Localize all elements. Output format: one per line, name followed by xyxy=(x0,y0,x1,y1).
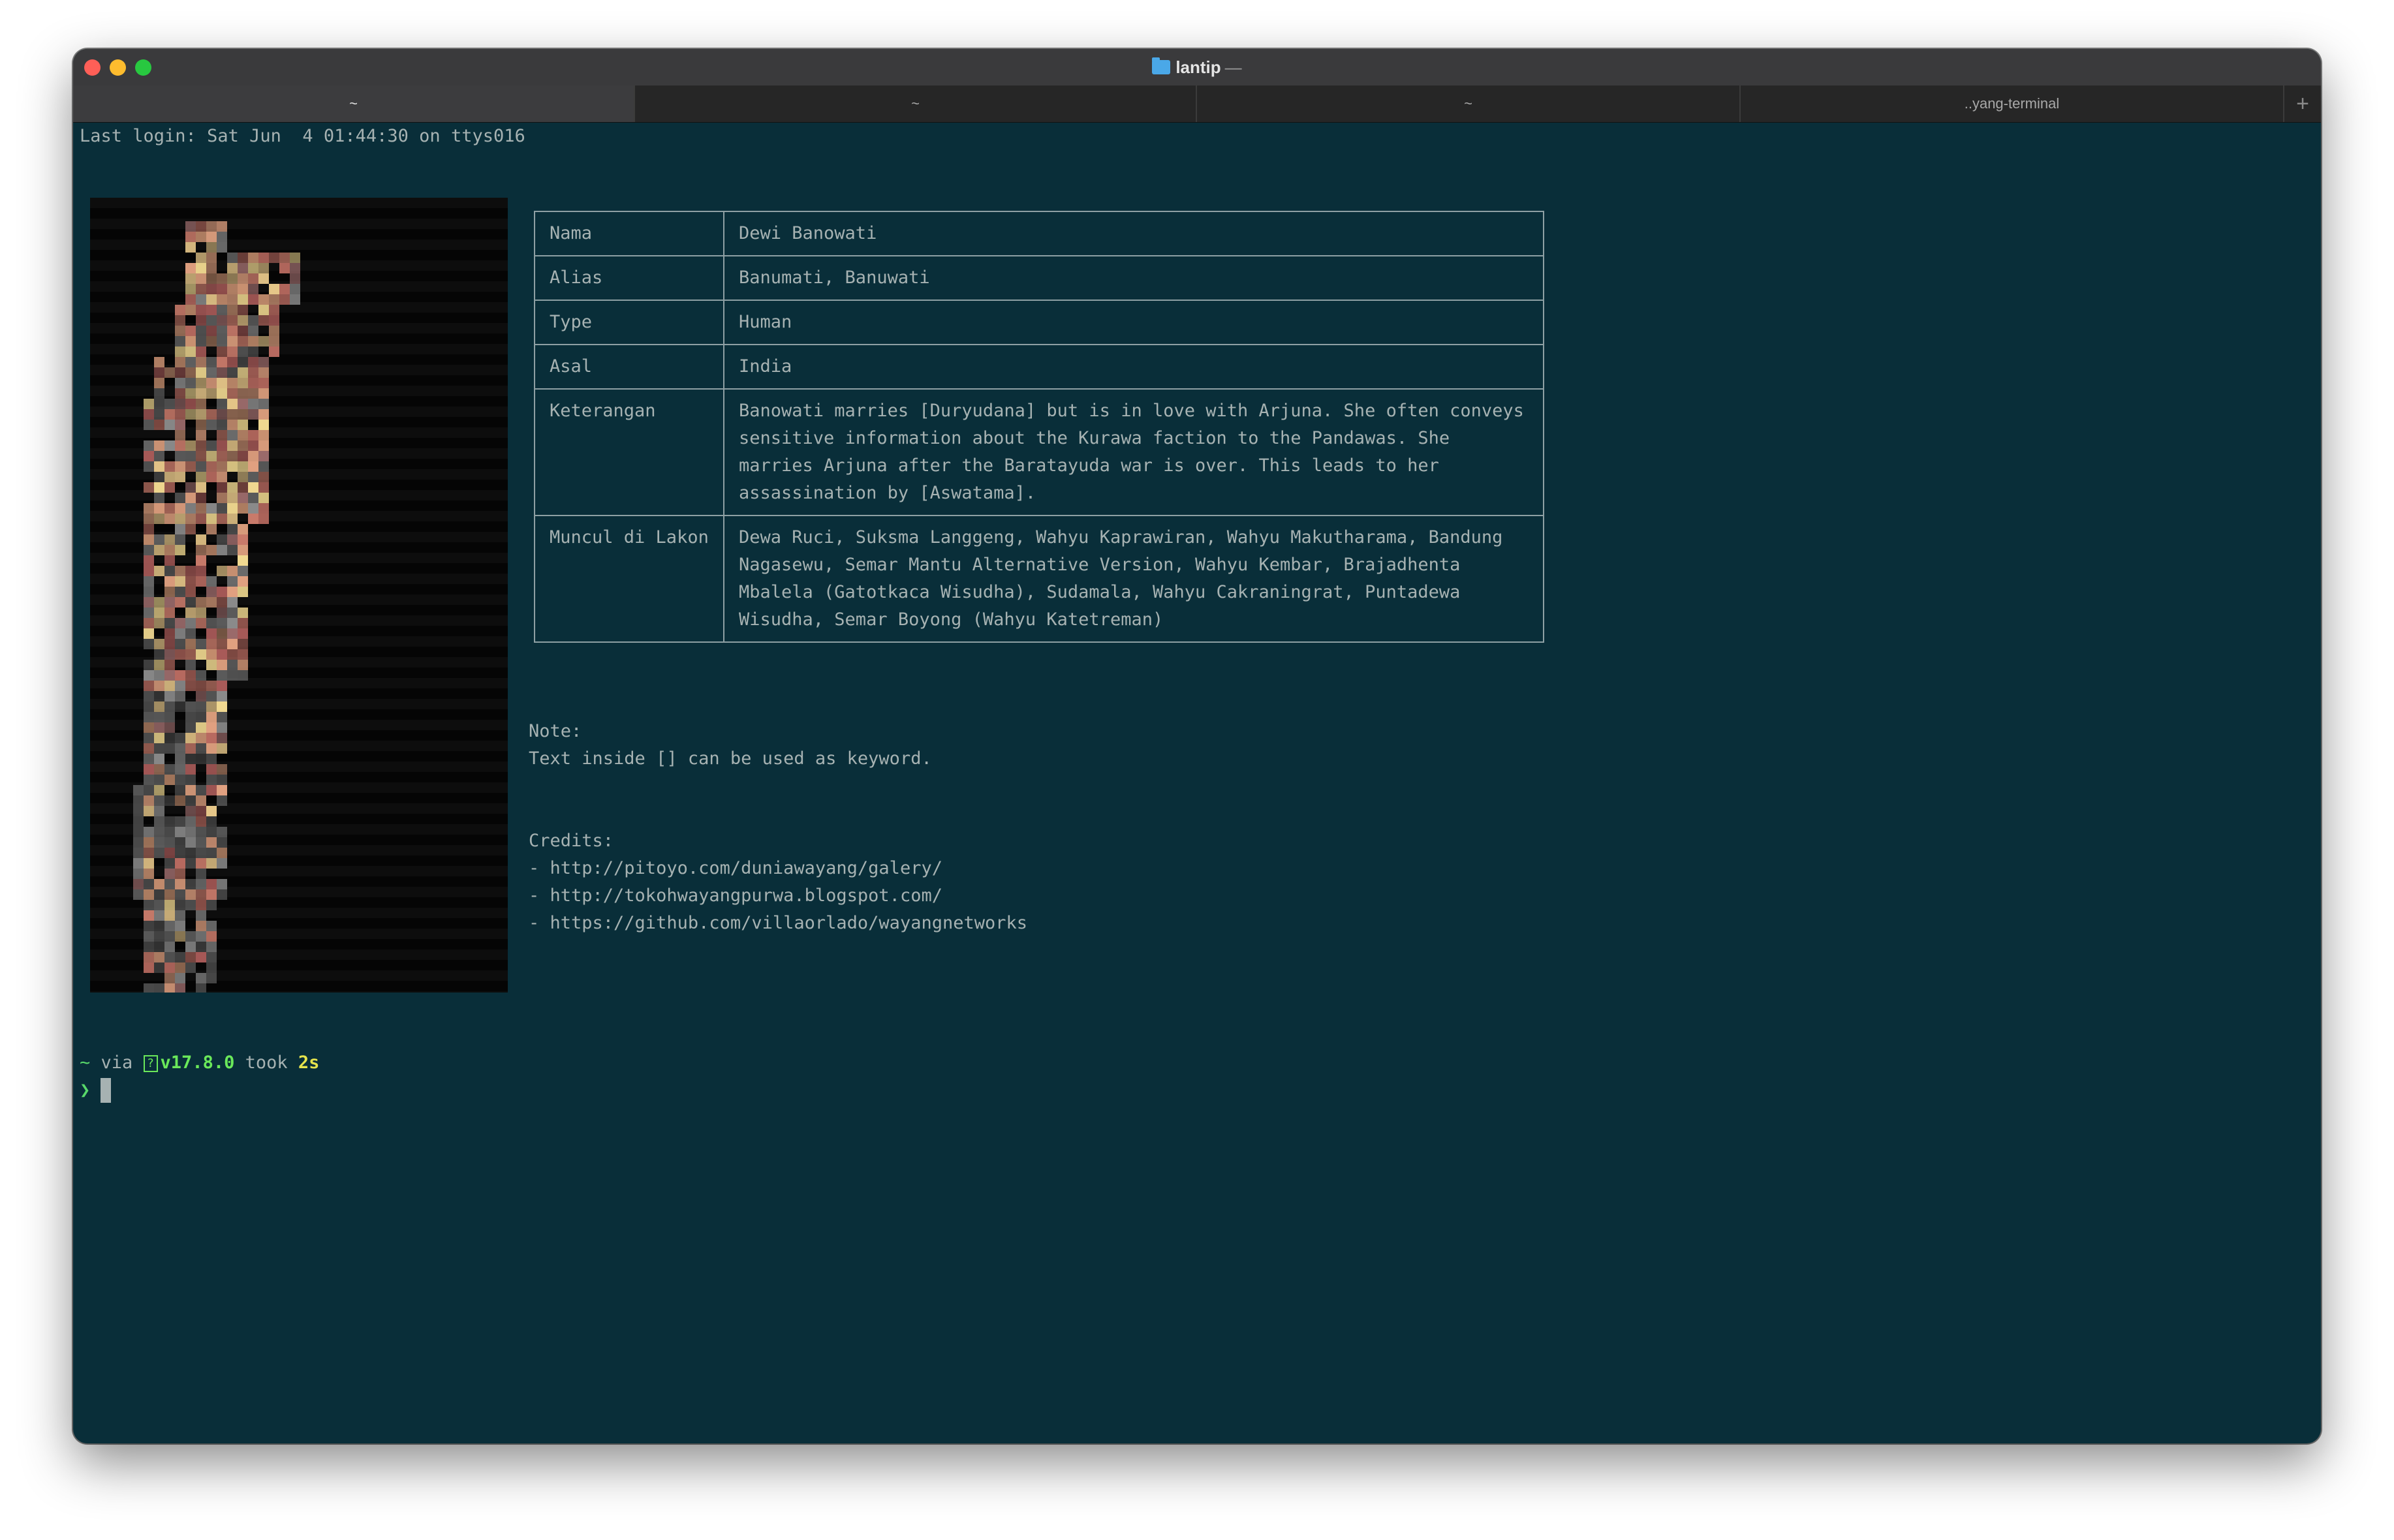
row-key: Keterangan xyxy=(534,388,724,516)
row-value: India xyxy=(723,344,1544,390)
tab-3[interactable]: ~ xyxy=(1197,85,1741,122)
last-login-line: Last login: Sat Jun 4 01:44:30 on ttys01… xyxy=(80,126,525,146)
window-title-text: lantip xyxy=(1175,57,1221,77)
row-value: Banowati marries [Duryudana] but is in l… xyxy=(723,388,1544,516)
wayang-character-image xyxy=(90,198,508,993)
row-value: Dewa Ruci, Suksma Langgeng, Wahyu Kapraw… xyxy=(723,515,1544,643)
window-title: lantip — xyxy=(73,49,2321,85)
table-row: Alias Banumati, Banuwati xyxy=(534,255,1544,301)
tab-1[interactable]: ~ xyxy=(73,85,635,122)
tab-4[interactable]: ..yang-terminal xyxy=(1741,85,2284,122)
note-title: Note: xyxy=(529,721,582,741)
table-row: Muncul di Lakon Dewa Ruci, Suksma Langge… xyxy=(534,515,1544,643)
new-tab-button[interactable]: + xyxy=(2284,85,2321,122)
table-row: Type Human xyxy=(534,300,1544,345)
command-duration: 2s xyxy=(298,1053,320,1073)
title-bar[interactable]: lantip — xyxy=(73,49,2321,86)
tab-2[interactable]: ~ xyxy=(635,85,1197,122)
tab-bar: ~ ~ ~ ..yang-terminal + xyxy=(73,85,2321,123)
credit-link[interactable]: - https://github.com/villaorlado/wayangn… xyxy=(529,910,1027,937)
row-key: Type xyxy=(534,300,724,345)
text-cursor[interactable] xyxy=(101,1078,111,1103)
prompt-took: took xyxy=(234,1053,298,1073)
table-row: Asal India xyxy=(534,344,1544,390)
node-icon: ? xyxy=(143,1055,158,1072)
note-text: Text inside [] can be used as keyword. xyxy=(529,748,932,769)
prompt-dir: ~ xyxy=(80,1053,91,1073)
character-info-table: Nama Dewi Banowati Alias Banumati, Banuw… xyxy=(534,211,1544,643)
table-row: Keterangan Banowati marries [Duryudana] … xyxy=(534,388,1544,516)
row-value: Dewi Banowati xyxy=(723,211,1544,256)
window-title-suffix: — xyxy=(1224,57,1242,77)
folder-icon xyxy=(1152,57,1171,74)
credits-title: Credits: xyxy=(529,831,614,851)
prompt-line: ~ via ? v17.8.0 took 2s xyxy=(80,1049,319,1077)
node-version: v17.8.0 xyxy=(160,1053,235,1073)
terminal-content[interactable]: Last login: Sat Jun 4 01:44:30 on ttys01… xyxy=(73,123,2321,1443)
credit-link[interactable]: - http://pitoyo.com/duniawayang/galery/ xyxy=(529,855,942,882)
row-value: Human xyxy=(723,300,1544,345)
prompt-caret: ❯ xyxy=(80,1080,91,1100)
table-row: Nama Dewi Banowati xyxy=(534,211,1544,256)
prompt-via: via xyxy=(90,1053,144,1073)
terminal-window: lantip — ~ ~ ~ ..yang-terminal + Last lo… xyxy=(73,49,2321,1443)
row-key: Alias xyxy=(534,255,724,301)
row-value: Banumati, Banuwati xyxy=(723,255,1544,301)
pixel-art-figure xyxy=(90,198,508,993)
credit-link[interactable]: - http://tokohwayangpurwa.blogspot.com/ xyxy=(529,882,942,910)
row-key: Asal xyxy=(534,344,724,390)
row-key: Muncul di Lakon xyxy=(534,515,724,643)
row-key: Nama xyxy=(534,211,724,256)
